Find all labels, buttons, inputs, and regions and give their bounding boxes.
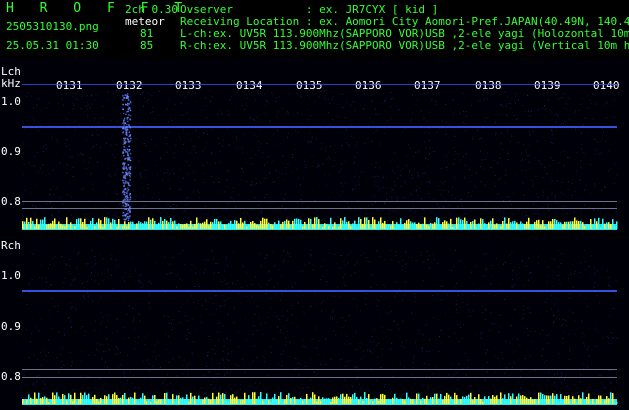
hroft-window: H R O F F T 2ch 0.30 2505310130.png mete…: [0, 0, 629, 410]
spectrogram-canvas: [22, 84, 618, 405]
